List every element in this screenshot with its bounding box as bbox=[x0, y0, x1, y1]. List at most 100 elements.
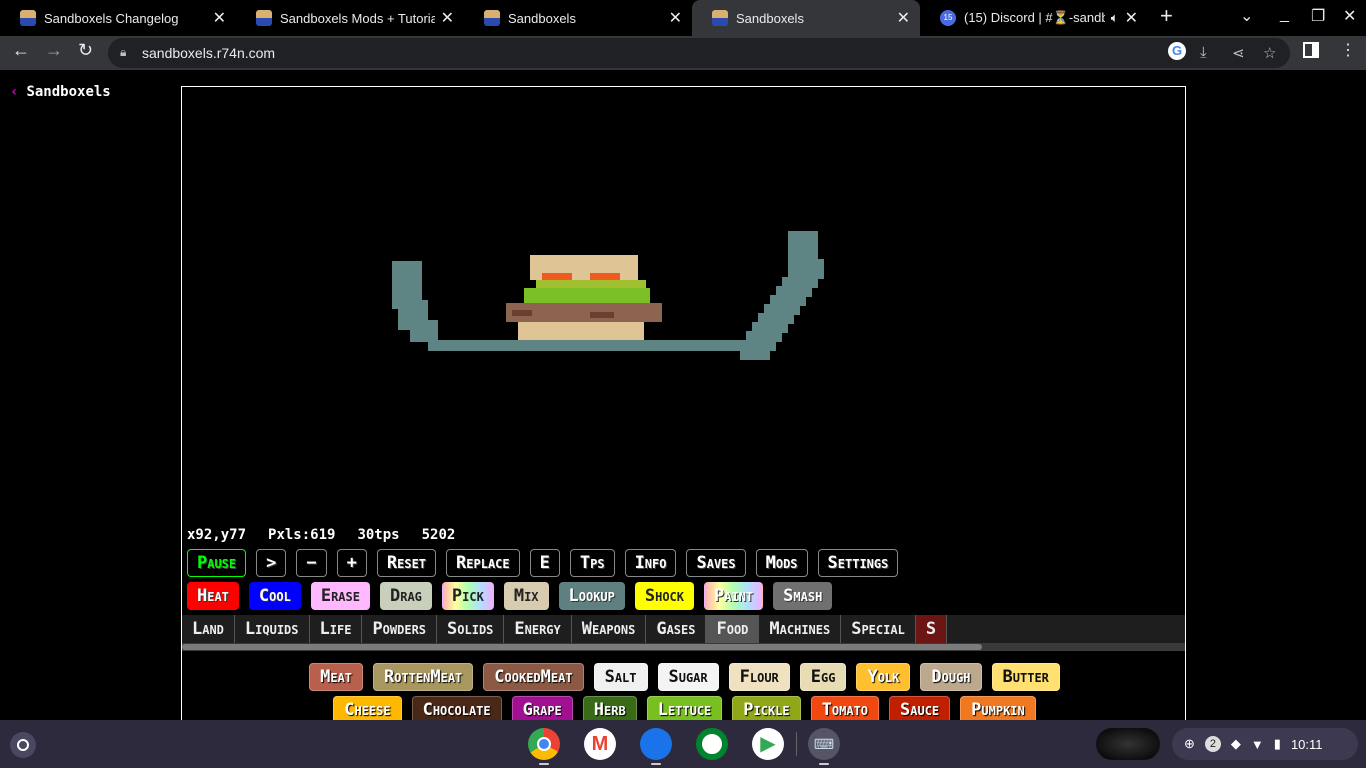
back-icon[interactable]: ← bbox=[12, 40, 30, 61]
category-tab-food[interactable]: Food bbox=[706, 615, 760, 643]
control-button-pause[interactable]: Pause bbox=[187, 549, 247, 577]
close-tab-icon[interactable]: ✕ bbox=[669, 8, 682, 28]
meat-pixels bbox=[590, 312, 614, 318]
tab-changelog[interactable]: Sandboxels Changelog ✕ bbox=[0, 0, 236, 36]
element-button-dough[interactable]: Dough bbox=[920, 663, 982, 691]
control-button-tps[interactable]: Tps bbox=[569, 549, 615, 577]
meat-pixels bbox=[512, 310, 532, 316]
back-link[interactable]: ‹ Sandboxels bbox=[10, 84, 111, 100]
tab-sandboxels[interactable]: Sandboxels ✕ bbox=[464, 0, 692, 36]
tab-sandboxels-active[interactable]: Sandboxels ✕ bbox=[692, 0, 920, 36]
control-button-settings[interactable]: Settings bbox=[817, 549, 899, 577]
tool-button-drag[interactable]: Drag bbox=[379, 582, 432, 610]
category-tab-liquids[interactable]: Liquids bbox=[235, 615, 310, 643]
element-button-meat[interactable]: Meat bbox=[309, 663, 364, 691]
control-button-replace[interactable]: Replace bbox=[446, 549, 520, 577]
menu-icon[interactable]: ⋮ bbox=[1340, 40, 1356, 60]
launcher-button[interactable] bbox=[10, 732, 36, 758]
element-button-butter[interactable]: Butter bbox=[991, 663, 1060, 691]
google-icon[interactable]: G bbox=[1168, 42, 1186, 60]
tool-button-heat[interactable]: Heat bbox=[187, 582, 239, 610]
category-tab-powders[interactable]: Powders bbox=[362, 615, 438, 643]
close-window-icon[interactable]: ✕ bbox=[1343, 6, 1356, 26]
control-button-reset[interactable]: Reset bbox=[376, 549, 437, 577]
share-icon[interactable]: ⋖ bbox=[1232, 44, 1245, 62]
chevron-left-icon: ‹ bbox=[10, 84, 19, 100]
element-row-1: Meat RottenMeat CookedMeat Salt Sugar Flour Eg… bbox=[182, 663, 1185, 691]
tool-button-erase[interactable]: Erase bbox=[310, 582, 370, 610]
glass-pixels bbox=[428, 340, 746, 351]
close-tab-icon[interactable]: ✕ bbox=[1125, 8, 1138, 28]
scrollbar-thumb[interactable] bbox=[182, 644, 982, 650]
tool-button-mix[interactable]: Mix bbox=[503, 582, 549, 610]
control-button-mods[interactable]: Mods bbox=[755, 549, 808, 577]
element-button-yolk[interactable]: Yolk bbox=[856, 663, 911, 691]
tool-button-pick[interactable]: Pick bbox=[441, 582, 494, 610]
element-button-rottenmeat[interactable]: RottenMeat bbox=[373, 663, 474, 691]
category-scrollbar[interactable] bbox=[182, 643, 1185, 651]
category-tab-land[interactable]: Land bbox=[182, 615, 235, 643]
close-tab-icon[interactable]: ✕ bbox=[441, 8, 454, 28]
close-tab-icon[interactable]: ✕ bbox=[897, 8, 910, 28]
glass-pixels bbox=[788, 231, 818, 271]
side-panel-icon[interactable] bbox=[1303, 42, 1319, 58]
element-button-cookedmeat[interactable]: CookedMeat bbox=[483, 663, 584, 691]
category-tab-s[interactable]: S bbox=[915, 615, 948, 643]
gmail-icon[interactable]: M bbox=[584, 728, 616, 760]
element-button-flour[interactable]: Flour bbox=[728, 663, 790, 691]
meet-icon[interactable] bbox=[696, 728, 728, 760]
minimize-icon[interactable]: _ bbox=[1280, 6, 1289, 24]
control-button-info[interactable]: Info bbox=[624, 549, 677, 577]
element-button-egg[interactable]: Egg bbox=[799, 663, 847, 691]
category-tab-machines[interactable]: Machines bbox=[759, 615, 842, 643]
simulation-canvas[interactable] bbox=[182, 87, 1185, 525]
launcher-icon bbox=[17, 739, 29, 751]
holding-space-thumbnail[interactable] bbox=[1096, 728, 1160, 760]
tool-button-shock[interactable]: Shock bbox=[634, 582, 695, 610]
wifi-icon: ▼ bbox=[1250, 736, 1264, 752]
element-button-sugar[interactable]: Sugar bbox=[657, 663, 719, 691]
new-tab-icon[interactable]: + bbox=[1160, 3, 1173, 29]
category-tab-life[interactable]: Life bbox=[310, 615, 363, 643]
close-tab-icon[interactable]: ✕ bbox=[213, 8, 226, 28]
control-button-saves[interactable]: Saves bbox=[686, 549, 746, 577]
restore-icon[interactable]: ❐ bbox=[1311, 6, 1325, 26]
control-button-[interactable]: + bbox=[336, 549, 367, 577]
tab-search-icon[interactable]: ⌄ bbox=[1240, 6, 1253, 26]
tool-button-cool[interactable]: Cool bbox=[248, 582, 301, 610]
tool-button-lookup[interactable]: Lookup bbox=[558, 582, 625, 610]
category-tab-energy[interactable]: Energy bbox=[504, 615, 572, 643]
discord-favicon: 15 bbox=[940, 10, 956, 26]
forward-icon[interactable]: → bbox=[45, 40, 63, 61]
reload-icon[interactable]: ↻ bbox=[78, 40, 93, 61]
tab-discord[interactable]: 15 (15) Discord | #⏳-sandbo 🔈︎ ✕ bbox=[920, 0, 1148, 36]
status-tray[interactable]: ⊕ 2 ◆ ▼ ▮ 10:11 bbox=[1172, 728, 1358, 760]
tps-readout: 30tps bbox=[357, 527, 400, 543]
tool-button-smash[interactable]: Smash bbox=[773, 582, 833, 610]
files-icon[interactable] bbox=[640, 728, 672, 760]
audio-icon[interactable]: 🔈︎ bbox=[1111, 10, 1119, 26]
keyboard-app-icon[interactable]: ⌨ bbox=[808, 728, 840, 760]
control-button-e[interactable]: E bbox=[529, 549, 560, 577]
category-tab-gases[interactable]: Gases bbox=[646, 615, 707, 643]
category-tab-weapons[interactable]: Weapons bbox=[572, 615, 647, 643]
tomato-pixels bbox=[590, 273, 620, 280]
install-icon[interactable]: ⤓ bbox=[1200, 44, 1207, 61]
glass-pixels bbox=[410, 320, 438, 342]
play-store-icon[interactable]: ▶ bbox=[752, 728, 784, 760]
category-tab-special[interactable]: Special bbox=[841, 615, 916, 643]
category-tab-solids[interactable]: Solids bbox=[437, 615, 505, 643]
control-button-[interactable]: > bbox=[256, 549, 287, 577]
star-icon[interactable]: ☆ bbox=[1263, 44, 1276, 62]
stats-bar: x92,y77 Pxls:619 30tps 5202 bbox=[187, 527, 477, 543]
tool-button-paint[interactable]: Paint bbox=[704, 582, 764, 610]
tab-mods[interactable]: Sandboxels Mods + Tutorial ✕ bbox=[236, 0, 464, 36]
sandboxels-favicon bbox=[712, 10, 728, 26]
lock-icon: 🔒︎ bbox=[120, 45, 127, 59]
address-bar[interactable]: 🔒︎ sandboxels.r74n.com G ⤓ ⋖ ☆ bbox=[108, 38, 1290, 68]
element-button-salt[interactable]: Salt bbox=[593, 663, 648, 691]
lettuce-pixels bbox=[536, 280, 646, 288]
control-button-[interactable]: − bbox=[296, 549, 327, 577]
chrome-icon[interactable] bbox=[528, 728, 560, 760]
vpn-icon: ◆ bbox=[1230, 736, 1241, 751]
